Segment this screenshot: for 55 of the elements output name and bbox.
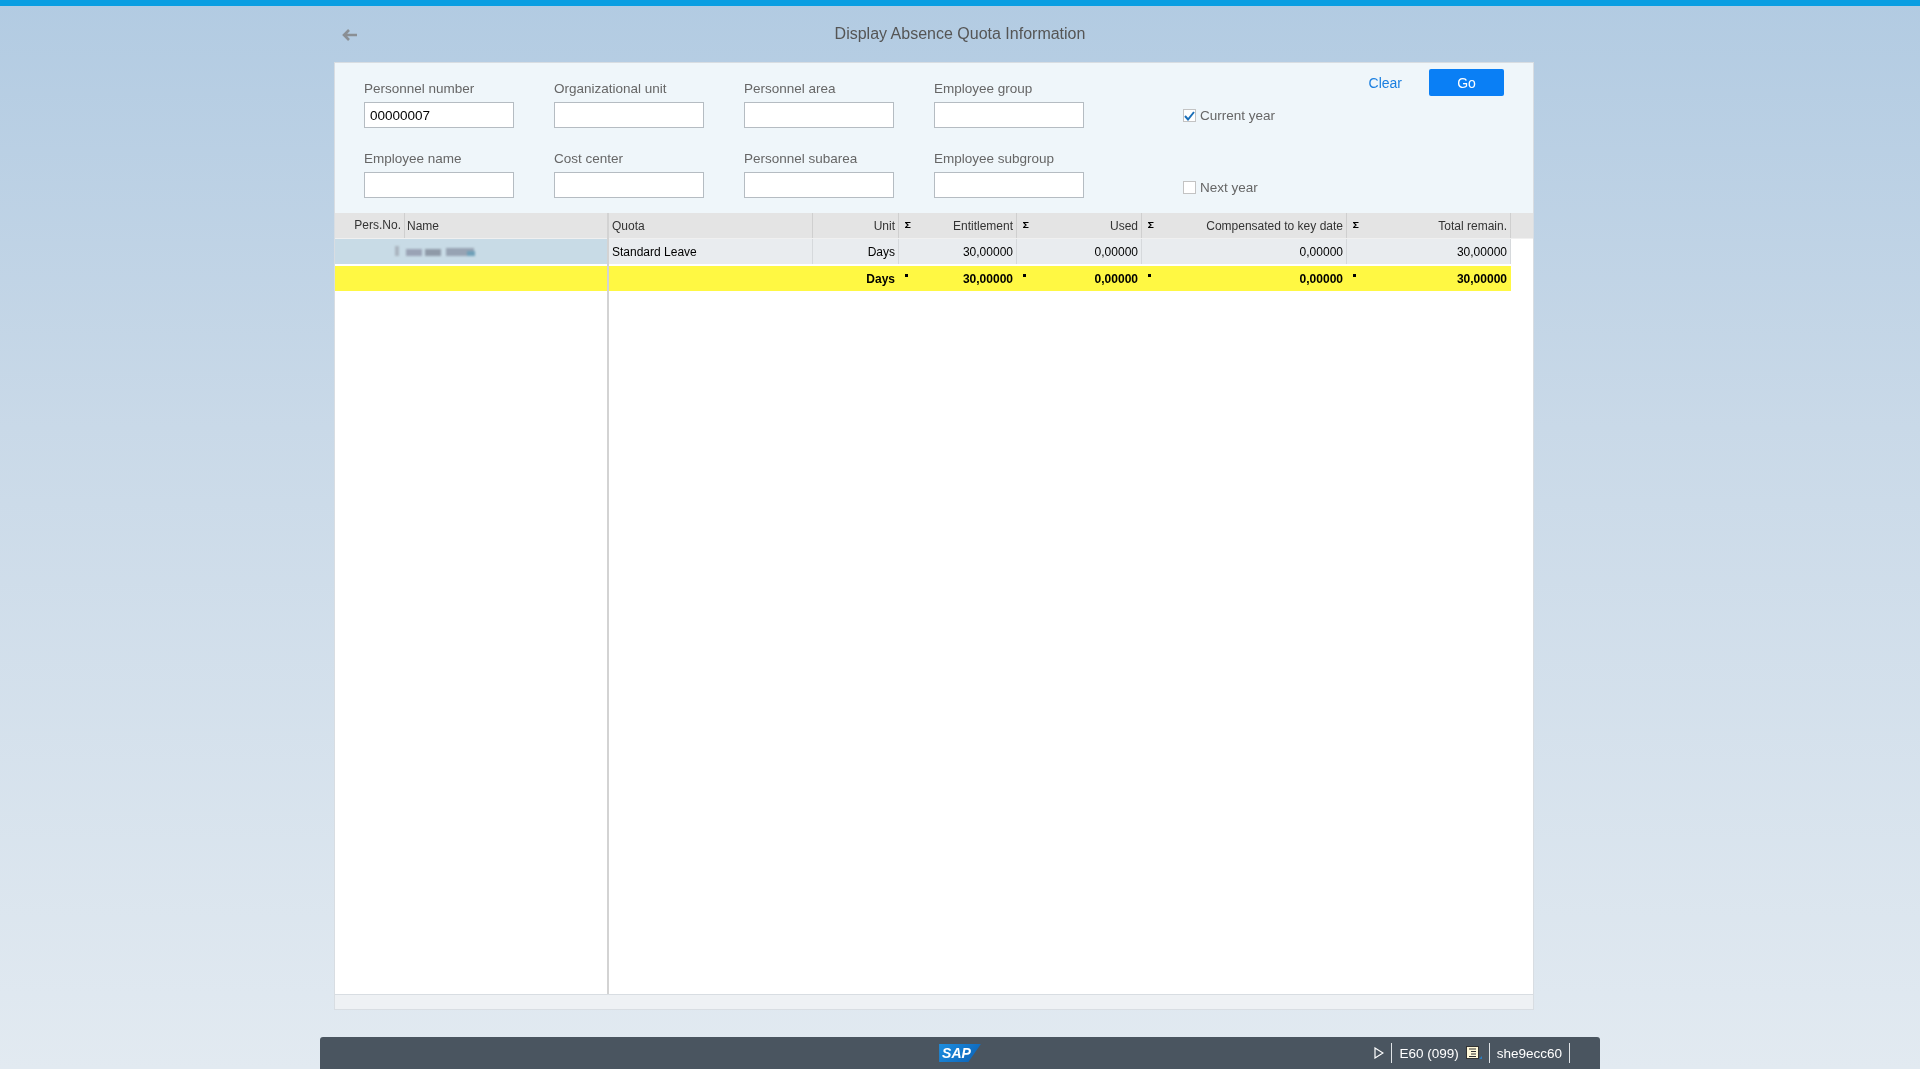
table-cell: 0,00000 [1299, 244, 1343, 259]
input-field[interactable] [744, 172, 894, 198]
table-cell: 30,00000 [1456, 271, 1507, 286]
document-icon[interactable] [1465, 1046, 1482, 1060]
table-cell: 30,00000 [962, 271, 1013, 286]
page-title: Display Absence Quota Information [834, 25, 1086, 43]
input-field[interactable] [934, 172, 1084, 198]
input-field[interactable] [554, 172, 704, 198]
sap-logo: SAP [939, 1044, 981, 1062]
field-label: Employee group [934, 80, 1034, 98]
field-label: Organizational unit [554, 80, 668, 98]
checkbox-label: Next year [1200, 180, 1258, 195]
field-label: Cost center [554, 150, 625, 168]
total-marker-icon [1353, 274, 1356, 277]
table-cell: 0,00000 [1094, 271, 1138, 286]
table-cell: Days [867, 244, 895, 259]
field-label: Personnel area [744, 80, 837, 98]
total-marker-icon [1023, 274, 1026, 277]
table-cell: 30,00000 [1456, 244, 1507, 259]
field-label: Personnel subarea [744, 150, 859, 168]
clear-button[interactable]: Clear [1366, 70, 1404, 95]
field-label: Personnel number [364, 80, 476, 98]
back-arrow-icon [342, 29, 358, 41]
table-cell: Standard Leave [612, 244, 697, 259]
column-header: Pers.No. [335, 213, 405, 238]
checkbox[interactable] [1183, 181, 1196, 194]
input-field[interactable] [744, 102, 894, 128]
column-header: Compensated to key date [1206, 218, 1343, 233]
input-field[interactable]: 00000007 [364, 102, 514, 128]
column-header: Entitlement [952, 218, 1013, 233]
field-label: Employee name [364, 150, 463, 168]
system-info: E60 (099) [1399, 1045, 1459, 1061]
column-header: Name [406, 218, 439, 233]
table-row[interactable] [335, 239, 607, 266]
table-cell: 30,00000 [962, 244, 1013, 259]
table-cell: 0,00000 [1094, 244, 1138, 259]
checkbox-label: Current year [1200, 108, 1276, 123]
column-header: Quota [612, 218, 645, 233]
total-marker-icon [905, 274, 908, 277]
total-marker-icon [1148, 274, 1151, 277]
input-field[interactable] [554, 102, 704, 128]
server-name: she9ecc60 [1496, 1045, 1562, 1061]
table-cell: 0,00000 [1299, 271, 1343, 286]
column-header: Total remain. [1438, 218, 1507, 233]
field-label: Employee subgroup [934, 150, 1056, 168]
horizontal-scrollbar[interactable] [335, 994, 1533, 1009]
table-cell: Days [866, 271, 895, 286]
total-row[interactable] [335, 266, 607, 293]
input-field[interactable] [364, 172, 514, 198]
play-icon[interactable] [1374, 1047, 1385, 1059]
column-header: Used [1110, 218, 1138, 233]
input-field[interactable] [934, 102, 1084, 128]
column-header: Unit [873, 218, 895, 233]
checkbox[interactable] [1183, 109, 1196, 122]
go-button[interactable]: Go [1429, 69, 1504, 96]
